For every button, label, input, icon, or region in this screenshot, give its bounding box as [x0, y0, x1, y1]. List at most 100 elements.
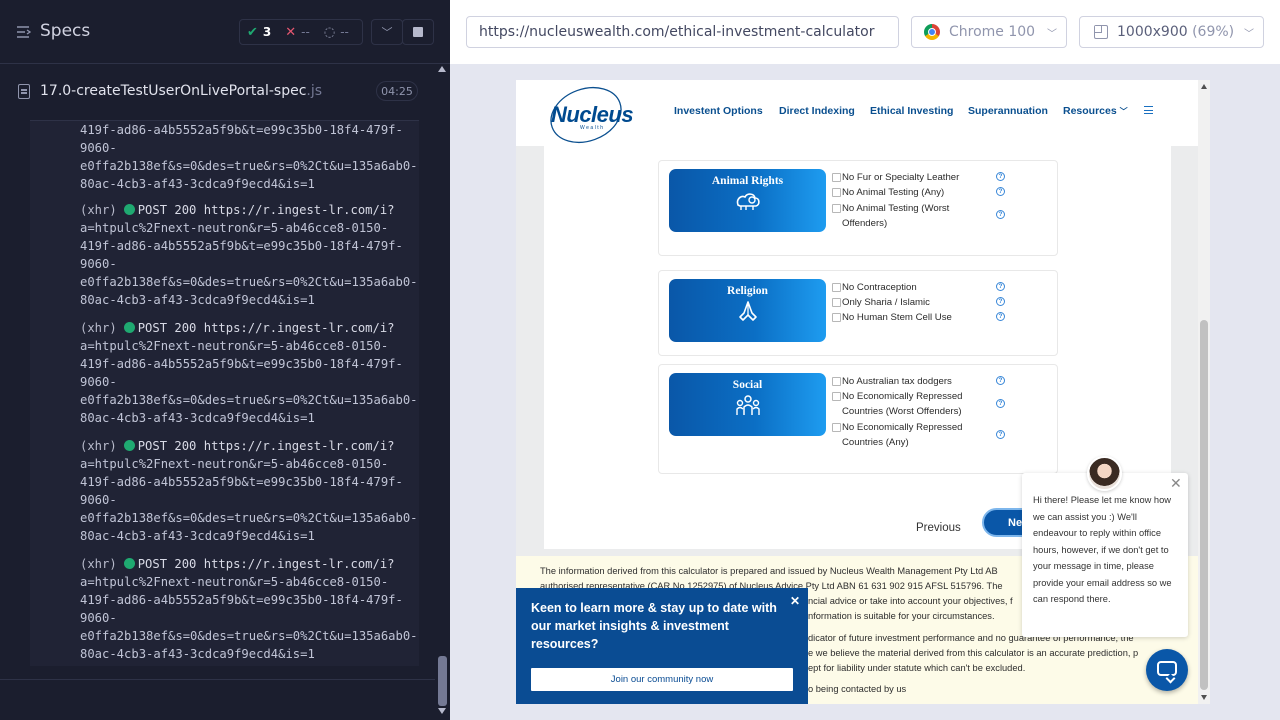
close-icon[interactable]: ✕	[1170, 475, 1182, 492]
option-label: Countries (Any)	[842, 437, 909, 448]
category-tile[interactable]: Animal Rights	[669, 169, 826, 232]
status-dot-icon	[123, 440, 135, 451]
log-entry[interactable]: (xhr) POST 200 https://r.ingest-lr.com/i?…	[80, 201, 418, 309]
option-label: No Fur or Specialty Leather	[842, 172, 960, 183]
scroll-up-icon[interactable]	[438, 66, 446, 72]
log-url: https://r.ingest-lr.com/i?	[203, 321, 395, 335]
chat-launcher-button[interactable]	[1146, 649, 1188, 691]
help-icon[interactable]: ?	[996, 187, 1005, 196]
category-animal-rights: Animal Rights No Fur or Specialty Leathe…	[658, 160, 1058, 256]
nav-superannuation[interactable]: Superannuation	[968, 105, 1048, 117]
option-label: No Animal Testing (Any)	[842, 187, 945, 198]
scroll-down-icon[interactable]	[438, 708, 446, 714]
log-scrollbar-thumb[interactable]	[438, 656, 447, 706]
checkbox[interactable]	[832, 298, 841, 307]
category-title: Social	[732, 379, 763, 391]
log-method: POST 200	[137, 439, 197, 453]
checkbox[interactable]	[832, 392, 841, 401]
command-log[interactable]: 419f-ad86-a4b5552a5f9b&t=e99c35b0-18f4-4…	[30, 120, 419, 666]
help-icon[interactable]: ?	[996, 376, 1005, 385]
spec-file-name: 17.0-createTestUserOnLivePortal-spec.js	[40, 83, 322, 99]
help-icon[interactable]: ?	[996, 282, 1005, 291]
scroll-up-icon[interactable]	[1201, 84, 1207, 89]
nav-ethical-investing[interactable]: Ethical Investing	[870, 105, 953, 117]
disclaimer-line: The information derived from this calcul…	[540, 566, 998, 576]
help-icon[interactable]: ?	[996, 210, 1005, 219]
checkbox[interactable]	[832, 283, 841, 292]
stop-button[interactable]	[402, 19, 434, 45]
log-line: 419f-ad86-a4b5552a5f9b&t=e99c35b0-18f4-4…	[80, 593, 403, 607]
site-scrollbar-thumb[interactable]	[1200, 320, 1208, 690]
nucleus-logo[interactable]: Nucleus Wealth	[548, 84, 634, 144]
aut-toolbar: https://nucleuswealth.com/ethical-invest…	[450, 0, 1280, 64]
aut-url-field[interactable]: https://nucleuswealth.com/ethical-invest…	[466, 16, 899, 48]
scroll-down-icon[interactable]	[1201, 695, 1207, 700]
log-line: e0ffa2b138ef&s=0&des=true&rs=0%2Ct&u=135…	[80, 275, 418, 289]
disclaimer-line: nformation is suitable for your circumst…	[808, 611, 995, 621]
log-entry[interactable]: (xhr) POST 200 https://r.ingest-lr.com/i?…	[80, 319, 418, 427]
viewport-label: 1000x900 (69%)	[1117, 24, 1234, 40]
help-icon[interactable]: ?	[996, 399, 1005, 408]
chevron-down-icon: ﹀	[1244, 28, 1254, 40]
divider	[0, 679, 435, 680]
help-icon[interactable]: ?	[996, 430, 1005, 439]
log-entry[interactable]: (xhr) POST 200 https://r.ingest-lr.com/i?…	[80, 437, 418, 545]
newsletter-popup: ✕ Keen to learn more & stay up to date w…	[516, 588, 808, 704]
log-entry-partial[interactable]: 419f-ad86-a4b5552a5f9b&t=e99c35b0-18f4-4…	[80, 121, 418, 193]
check-icon: ✔	[247, 24, 258, 40]
browser-selector[interactable]: Chrome 100 ﹀	[911, 16, 1067, 48]
viewport-selector[interactable]: 1000x900 (69%) ﹀	[1079, 16, 1264, 48]
chevron-down-icon: ﹀	[1047, 28, 1057, 40]
log-line: e0ffa2b138ef&s=0&des=true&rs=0%2Ct&u=135…	[80, 393, 418, 407]
help-icon[interactable]: ?	[996, 297, 1005, 306]
help-icon[interactable]: ?	[996, 312, 1005, 321]
test-stats: ✔ 3 ✕ -- ◌ --	[239, 19, 363, 45]
animal-rights-icon	[669, 190, 826, 219]
x-icon: ✕	[285, 24, 297, 40]
site-scrollbar[interactable]	[1198, 80, 1210, 704]
log-scrollbar[interactable]	[435, 64, 449, 720]
runner-header: Specs ✔ 3 ✕ -- ◌ -- ﹀	[0, 0, 450, 64]
help-icon[interactable]: ?	[996, 172, 1005, 181]
spec-file-row[interactable]: 17.0-createTestUserOnLivePortal-spec.js …	[0, 64, 434, 120]
disclaimer-line: o being contacted by us	[808, 684, 907, 694]
spec-file-ext: .js	[306, 83, 323, 99]
specs-list-icon[interactable]	[17, 25, 31, 39]
join-community-button[interactable]: Join our community now	[531, 668, 793, 691]
previous-button[interactable]: Previous	[916, 522, 961, 534]
checkbox[interactable]	[832, 377, 841, 386]
praying-hands-icon	[669, 300, 826, 329]
log-line: e0ffa2b138ef&s=0&des=true&rs=0%2Ct&u=135…	[80, 511, 418, 525]
option-label: No Human Stem Cell Use	[842, 312, 952, 323]
checkbox[interactable]	[832, 173, 841, 182]
chevron-down-button[interactable]: ﹀	[371, 19, 403, 45]
category-title: Animal Rights	[711, 175, 784, 187]
chrome-icon	[924, 24, 940, 40]
chat-message: Hi there! Please let me know how we can …	[1033, 495, 1172, 604]
nav-resources-label: Resources	[1063, 105, 1117, 117]
checkbox[interactable]	[832, 423, 841, 432]
menu-icon[interactable]	[1144, 106, 1153, 114]
log-line: 419f-ad86-a4b5552a5f9b&t=e99c35b0-18f4-4…	[80, 475, 403, 489]
option-label: Only Sharia / Islamic	[842, 297, 930, 308]
log-method: POST 200	[137, 321, 197, 335]
log-line: 419f-ad86-a4b5552a5f9b&t=e99c35b0-18f4-4…	[80, 123, 403, 137]
nav-direct-indexing[interactable]: Direct Indexing	[779, 105, 855, 117]
close-icon[interactable]: ✕	[790, 594, 800, 608]
category-tile[interactable]: Social	[669, 373, 826, 436]
logo-subtitle: Wealth	[580, 125, 605, 131]
checkbox[interactable]	[832, 204, 841, 213]
option-label: Countries (Worst Offenders)	[842, 406, 962, 417]
checkbox[interactable]	[832, 188, 841, 197]
specs-title[interactable]: Specs	[40, 21, 90, 41]
log-entry[interactable]: (xhr) POST 200 https://r.ingest-lr.com/i?…	[80, 555, 418, 663]
log-method: POST 200	[137, 557, 197, 571]
nav-resources[interactable]: Resources ﹀	[1063, 105, 1128, 117]
checkbox[interactable]	[832, 313, 841, 322]
nav-investment-options[interactable]: Investent Options	[674, 105, 763, 117]
log-line: 9060-	[80, 257, 117, 271]
log-line: 9060-	[80, 141, 117, 155]
category-tile[interactable]: Religion	[669, 279, 826, 342]
pending-spinner-icon: ◌	[323, 24, 336, 40]
viewport-icon	[1094, 25, 1108, 39]
